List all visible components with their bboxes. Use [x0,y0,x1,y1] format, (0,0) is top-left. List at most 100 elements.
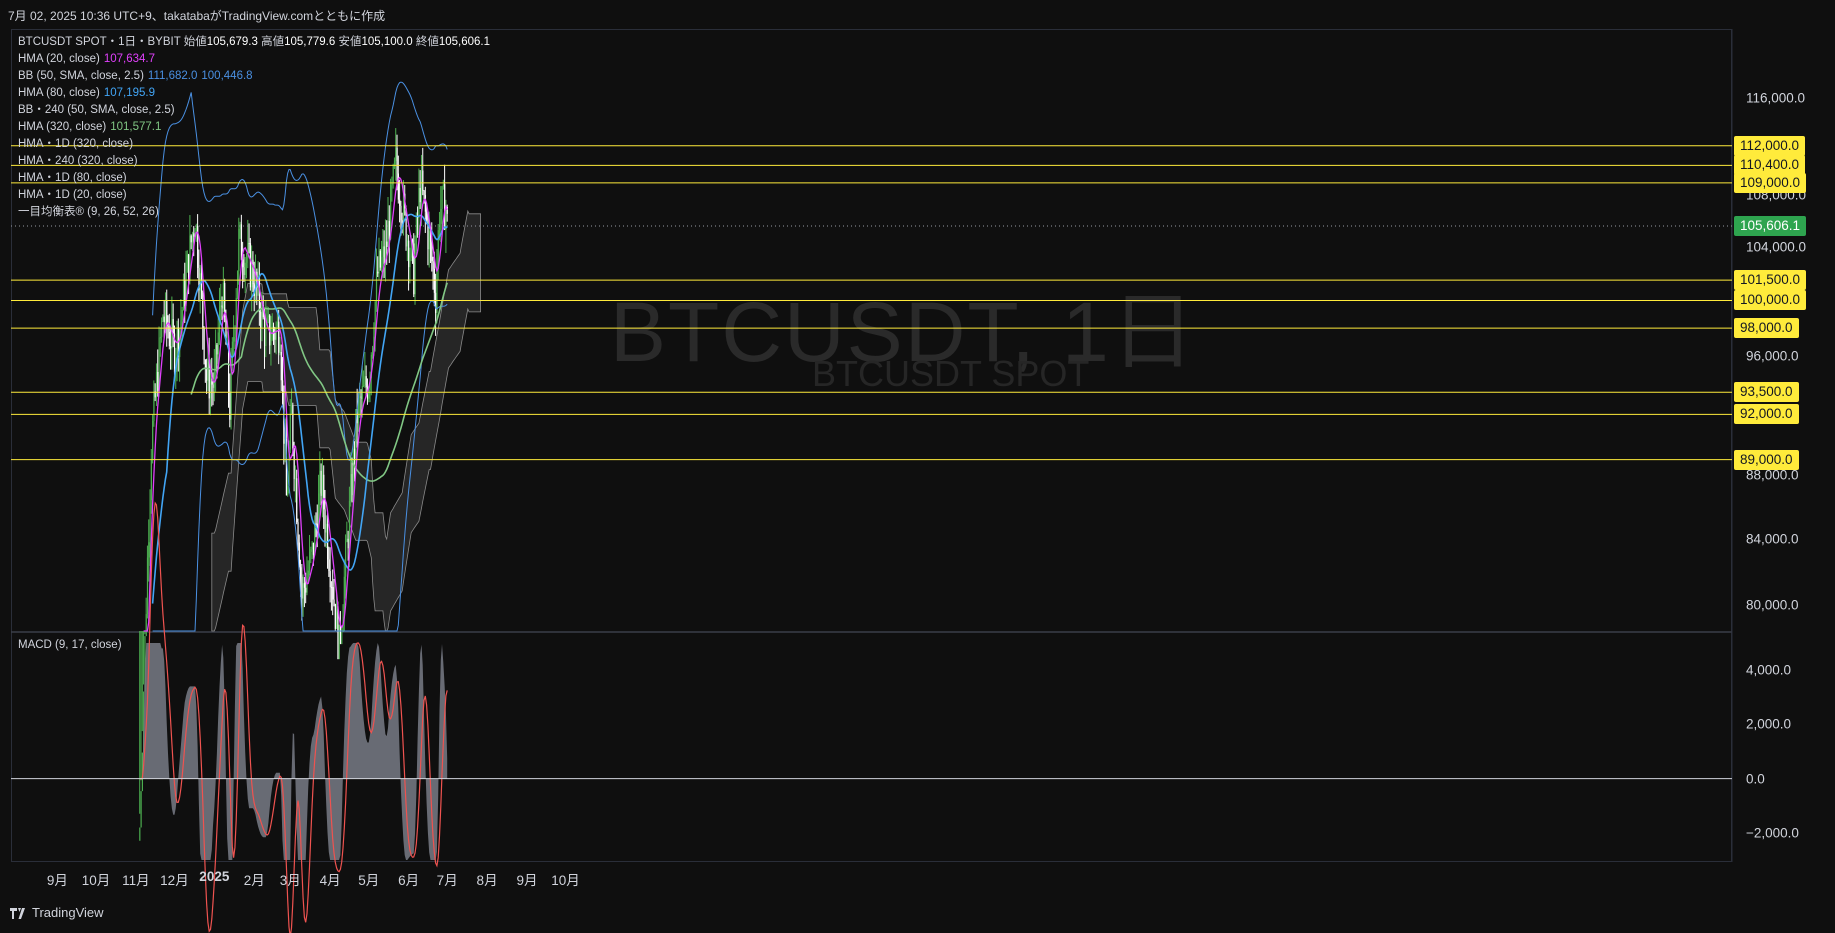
candle-body [245,258,248,263]
time-axis-label: 12月 [160,873,189,888]
candle-body [350,474,352,501]
candle-body [339,624,342,645]
candle-body [170,346,172,349]
macd-axis-label: −2,000.0 [1746,825,1799,841]
candle-body [238,228,240,272]
candle-body [333,599,335,605]
level-price-tag[interactable]: 93,500.0 [1734,382,1799,403]
candle-body [239,224,241,229]
candle-body [278,321,280,353]
candle-body [215,344,217,372]
macd-histogram-area [139,643,448,860]
candle-body [312,542,315,555]
candle-body [264,317,266,347]
candle-body [323,474,325,510]
candle-body [145,614,147,637]
candle-body [364,376,366,385]
candle-body [217,332,219,355]
close-label: 終値 [415,36,439,48]
candle-body [319,470,321,494]
level-price-tag[interactable]: 98,000.0 [1734,318,1799,339]
legend-indicator-5[interactable]: HMA・1D (320, close) [18,136,490,153]
level-price-tag[interactable]: 89,000.0 [1734,449,1799,470]
candle-body [172,319,174,334]
candle-body [231,341,234,363]
candle-body [438,223,441,231]
legend-indicator-3[interactable]: BB・240 (50, SMA, close, 2.5) [18,102,490,119]
level-price-tag[interactable]: 92,000.0 [1734,404,1799,425]
price-axis-label: 96,000.0 [1746,348,1799,364]
candle-body [203,327,205,360]
legend-ohlc-row[interactable]: BTCUSDT SPOT・1日・BYBIT 始値105,679.3 高値105,… [18,34,490,51]
candle-body [164,300,167,323]
legend-indicator-2[interactable]: HMA (80, close) 107,195.9 [18,85,490,102]
candle-body [157,371,159,391]
footer-brand[interactable]: TradingView [10,905,104,920]
level-price-tag[interactable]: 112,000.0 [1734,135,1806,156]
indicator-value-2: 100,446.8 [201,70,253,82]
candle-body [166,300,168,326]
candle-body [406,240,409,247]
legend-indicator-7[interactable]: HMA・1D (80, close) [18,170,490,187]
candle-body [320,470,322,496]
time-axis-label: 4月 [319,873,341,888]
candle-body [248,242,250,244]
candle-body [168,331,171,347]
candle-body [279,352,281,354]
candle-body [149,500,151,543]
time-axis-label: 9月 [516,873,538,888]
low-label: 安値 [338,36,362,48]
macd-axis-label: 4,000.0 [1746,662,1792,678]
indicator-name: HMA・240 (320, close) [18,155,138,167]
time-axis-label: 10月 [551,873,580,888]
candle-body [305,587,307,593]
price-axis-label: 88,000.0 [1746,467,1799,483]
candle-body [436,269,438,313]
candle-body [341,632,343,645]
legend-indicator-0[interactable]: HMA (20, close) 107,634.7 [18,51,490,68]
candle-body [186,254,189,272]
candle-body [244,262,246,276]
candle-body [148,542,150,558]
candle-body [375,271,378,302]
candle-body [409,257,411,268]
legend-indicator-8[interactable]: HMA・1D (20, close) [18,187,490,204]
candle-body [152,421,154,460]
candle-body [282,380,284,386]
level-price-tag[interactable]: 100,000.0 [1734,290,1807,311]
candle-body [368,390,370,399]
time-axis-label: 8月 [476,873,498,888]
level-price-tag[interactable]: 109,000.0 [1734,172,1807,193]
candle-body [274,333,276,340]
candle-body [212,384,214,388]
candle-body [155,371,158,398]
legend-indicator-1[interactable]: BB (50, SMA, close, 2.5) 111,682.0 100,446… [18,68,490,85]
candle-body [249,243,252,288]
candle-body [306,577,308,593]
time-axis-label: 9月 [46,873,68,888]
macd-label[interactable]: MACD (9, 17, close) [18,639,122,651]
indicator-name: BB (50, SMA, close, 2.5) [18,70,144,82]
macd-axis-label: 0.0 [1746,771,1765,787]
candle-body [191,233,194,243]
candle-body [433,268,436,293]
legend-indicator-9[interactable]: 一目均衡表® (9, 26, 52, 26) [18,204,490,221]
legend-indicator-6[interactable]: HMA・240 (320, close) [18,153,490,170]
price-axis-label: 104,000.0 [1746,239,1807,255]
candle-body [310,549,312,552]
current-price-tag[interactable]: 105,606.1 [1734,216,1807,237]
candle-body [291,405,293,414]
open-value: 105,679.3 [206,36,258,48]
candle-body [267,315,270,318]
candle-body [280,352,282,381]
candle-body [216,344,218,355]
candle-body [300,567,302,577]
candle-body [408,240,410,268]
level-price-tag[interactable]: 101,500.0 [1734,270,1807,291]
legend-indicator-4[interactable]: HMA (320, close) 101,577.1 [18,119,490,136]
candle-body [150,459,152,501]
tradingview-logo-icon [10,908,25,920]
candle-body [435,292,437,313]
candle-body [195,225,198,232]
indicator-name: HMA (20, close) [18,53,100,65]
